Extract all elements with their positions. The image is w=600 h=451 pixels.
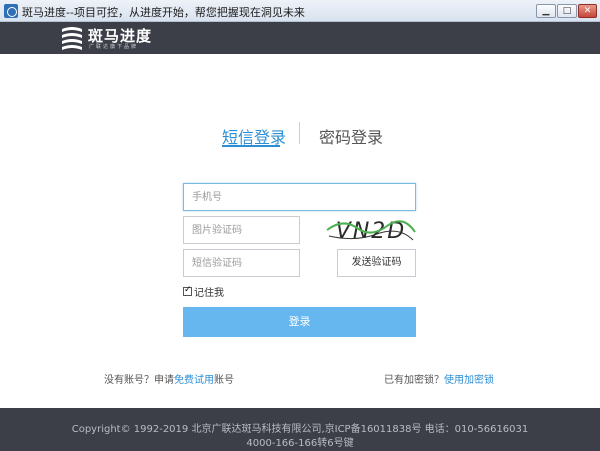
trial-prompt-prefix: 没有账号？申请 — [104, 375, 174, 386]
tab-password-login[interactable]: 密码登录 — [319, 124, 383, 148]
captcha-image[interactable]: VN2D — [325, 212, 417, 246]
sms-code-input[interactable] — [183, 249, 300, 277]
brand-tagline: 广联达旗下品牌 — [89, 44, 139, 50]
maximize-button[interactable]: □ — [557, 4, 577, 18]
send-code-button[interactable]: 发送验证码 — [337, 249, 416, 277]
minimize-button[interactable]: ▁ — [536, 4, 556, 18]
remember-checkbox[interactable] — [183, 285, 192, 296]
zebra-logo-icon — [62, 27, 82, 50]
free-trial-link[interactable]: 免费试用 — [174, 375, 214, 386]
tab-divider — [299, 122, 300, 144]
remember-label: 记住我 — [194, 287, 224, 299]
brand-header: 斑马进度 广联达旗下品牌 — [0, 22, 600, 54]
phone-input[interactable] — [183, 183, 416, 211]
window-title: 斑马进度--项目可控，从进度开始，帮您把握现在洞见未来 — [22, 6, 305, 19]
window-titlebar[interactable]: 斑马进度--项目可控，从进度开始，帮您把握现在洞见未来 ▁ □ ✕ — [0, 0, 600, 22]
captcha-input[interactable] — [183, 216, 300, 244]
trial-prompt: 没有账号？申请免费试用账号 — [104, 371, 234, 386]
footer: Copyright© 1992-2019 北京广联达斑马科技有限公司,京ICP备… — [0, 408, 600, 451]
dongle-prompt-prefix: 已有加密锁？ — [384, 375, 444, 386]
close-button[interactable]: ✕ — [578, 4, 597, 18]
use-dongle-link[interactable]: 使用加密锁 — [444, 375, 494, 386]
trial-prompt-suffix: 账号 — [214, 375, 234, 386]
dongle-prompt: 已有加密锁？使用加密锁 — [384, 371, 494, 386]
hotline-text: 4000-166-166转6号键 — [246, 438, 354, 449]
copyright-text: Copyright© 1992-2019 北京广联达斑马科技有限公司,京ICP备… — [71, 424, 529, 435]
login-button[interactable]: 登录 — [183, 307, 416, 337]
app-icon — [4, 4, 18, 18]
active-tab-indicator — [222, 145, 280, 147]
remember-me[interactable]: 记住我 — [183, 285, 224, 299]
